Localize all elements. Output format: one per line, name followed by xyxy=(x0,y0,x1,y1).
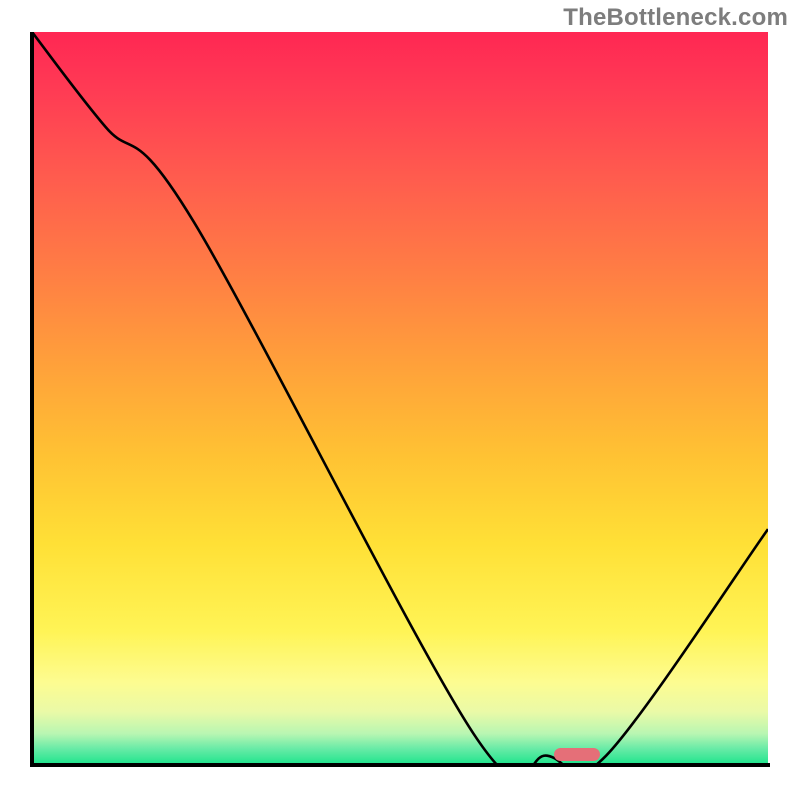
watermark-text: TheBottleneck.com xyxy=(563,4,788,32)
chart-container: TheBottleneck.com xyxy=(0,0,800,800)
bottleneck-curve xyxy=(32,32,768,763)
optimal-marker xyxy=(554,748,600,761)
plot-area xyxy=(32,32,768,763)
x-axis-line xyxy=(30,763,770,767)
y-axis-line xyxy=(30,32,34,767)
